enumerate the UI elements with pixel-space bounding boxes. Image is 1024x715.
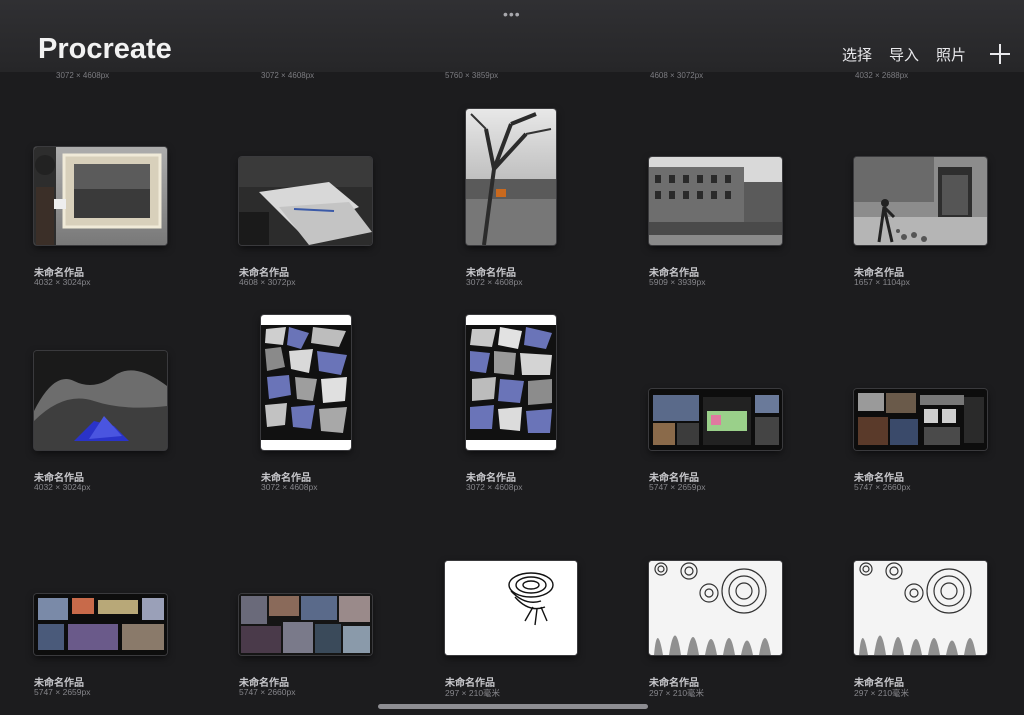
artwork-thumbnail[interactable] [239,157,372,245]
new-canvas-plus-icon[interactable] [988,42,1012,66]
top-menu: 选择 导入 照片 [825,42,1012,66]
artwork-thumbnail[interactable] [34,351,167,450]
artwork-dims: 297 × 210毫米 [854,688,910,698]
artwork-dims: 297 × 210毫米 [445,688,501,698]
artwork-thumbnail[interactable] [854,389,987,450]
artwork-dims: 3072 × 4608px [56,71,110,80]
artwork-dims: 5747 × 2660px [239,687,296,697]
artwork-dims: 5760 × 3859px [445,71,499,80]
artwork-thumbnail[interactable] [854,157,987,245]
artwork-thumbnail[interactable] [854,561,987,655]
top-bar: ••• Procreate 选择 导入 照片 [0,0,1024,72]
artwork-dims: 5747 × 2660px [854,482,911,492]
artwork-thumbnail[interactable] [34,594,167,655]
artwork-dims: 4032 × 3024px [34,277,91,287]
app-title: Procreate [38,33,172,65]
home-indicator[interactable] [378,704,648,709]
artwork-thumbnail[interactable] [649,561,782,655]
artwork-dims: 297 × 210毫米 [649,688,705,698]
artwork-dims: 3072 × 4608px [261,71,315,80]
artwork-thumbnail[interactable] [649,157,782,245]
artwork-thumbnail[interactable] [445,561,577,655]
photos-button[interactable]: 照片 [936,44,966,65]
multitasking-dots-icon[interactable]: ••• [503,6,521,22]
artwork-thumbnail[interactable] [239,594,372,655]
artwork-dims: 4608 × 3072px [239,277,296,287]
artwork-thumbnail[interactable] [34,147,167,245]
artwork-thumbnail[interactable] [466,315,556,450]
import-button[interactable]: 导入 [889,44,919,65]
artwork-thumbnail[interactable] [649,389,782,450]
artwork-thumbnail[interactable] [466,109,556,245]
artwork-dims: 3072 × 4608px [466,277,523,287]
artwork-dims: 3072 × 4608px [261,482,318,492]
artwork-dims: 4032 × 3024px [34,482,91,492]
artwork-dims: 4032 × 2688px [855,71,909,80]
artwork-dims: 3072 × 4608px [466,482,523,492]
select-button[interactable]: 选择 [842,44,872,65]
artwork-dims: 4608 × 3072px [650,71,704,80]
artwork-dims: 5909 × 3939px [649,277,706,287]
artwork-dims: 5747 × 2659px [649,482,706,492]
artwork-thumbnail[interactable] [261,315,351,450]
artwork-dims: 5747 × 2659px [34,687,91,697]
artwork-dims: 1657 × 1104px [854,277,910,287]
